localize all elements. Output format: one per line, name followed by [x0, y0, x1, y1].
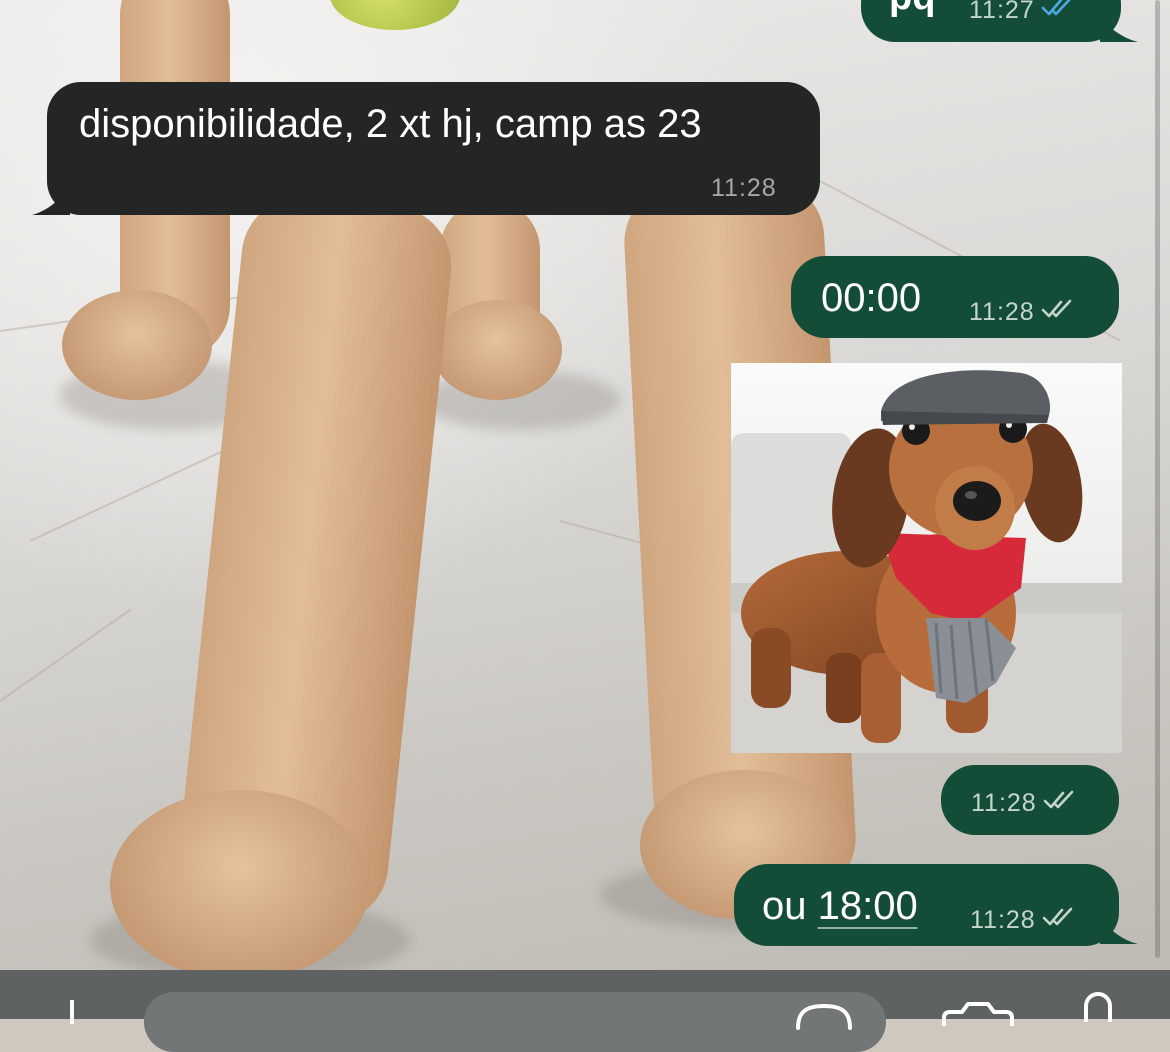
plus-icon[interactable] — [58, 998, 86, 1029]
message-bubble-incoming[interactable]: disponibilidade, 2 xt hj, camp as 23 11:… — [47, 82, 820, 215]
message-bubble-outgoing[interactable]: ou 18:00 11:28 — [734, 864, 1119, 946]
double-check-gray-icon — [1043, 789, 1079, 818]
time-link[interactable]: 18:00 — [818, 884, 918, 928]
double-check-blue-icon — [1041, 0, 1077, 25]
message-time: 11:28 — [970, 906, 1036, 934]
message-meta: 11:28 — [970, 906, 1078, 935]
double-check-gray-icon — [1042, 906, 1078, 935]
message-bubble-outgoing[interactable]: 00:00 11:28 — [791, 256, 1119, 338]
message-text-prefix: ou — [762, 884, 818, 928]
sticker-icon[interactable] — [794, 1000, 854, 1035]
message-time: 11:27 — [969, 0, 1035, 24]
message-meta: 11:28 — [711, 174, 777, 203]
bubble-tail — [1100, 918, 1138, 944]
message-input-bar — [0, 970, 1170, 1052]
message-time: 11:28 — [711, 174, 777, 202]
image-caption-meta: 11:28 — [941, 765, 1119, 835]
camera-icon[interactable] — [940, 998, 1016, 1033]
message-meta: 11:28 — [969, 298, 1077, 327]
message-time: 11:28 — [971, 789, 1037, 817]
message-time: 11:28 — [969, 298, 1035, 326]
dachshund-photo — [731, 363, 1122, 753]
double-check-gray-icon — [1041, 298, 1077, 327]
message-meta: 11:27 — [969, 0, 1077, 25]
image-message[interactable] — [731, 363, 1122, 753]
message-text: pq — [889, 0, 935, 19]
chat-scrollbar[interactable] — [1155, 0, 1160, 958]
message-meta: 11:28 — [971, 789, 1079, 818]
message-input-field[interactable] — [144, 992, 886, 1052]
bubble-tail — [1100, 18, 1138, 42]
message-text: disponibilidade, 2 xt hj, camp as 23 — [79, 102, 702, 146]
message-bubble-outgoing[interactable]: pq 11:27 — [861, 0, 1121, 42]
microphone-icon[interactable] — [1080, 992, 1116, 1036]
message-text: 00:00 — [821, 276, 922, 320]
message-text: ou 18:00 — [762, 884, 918, 929]
